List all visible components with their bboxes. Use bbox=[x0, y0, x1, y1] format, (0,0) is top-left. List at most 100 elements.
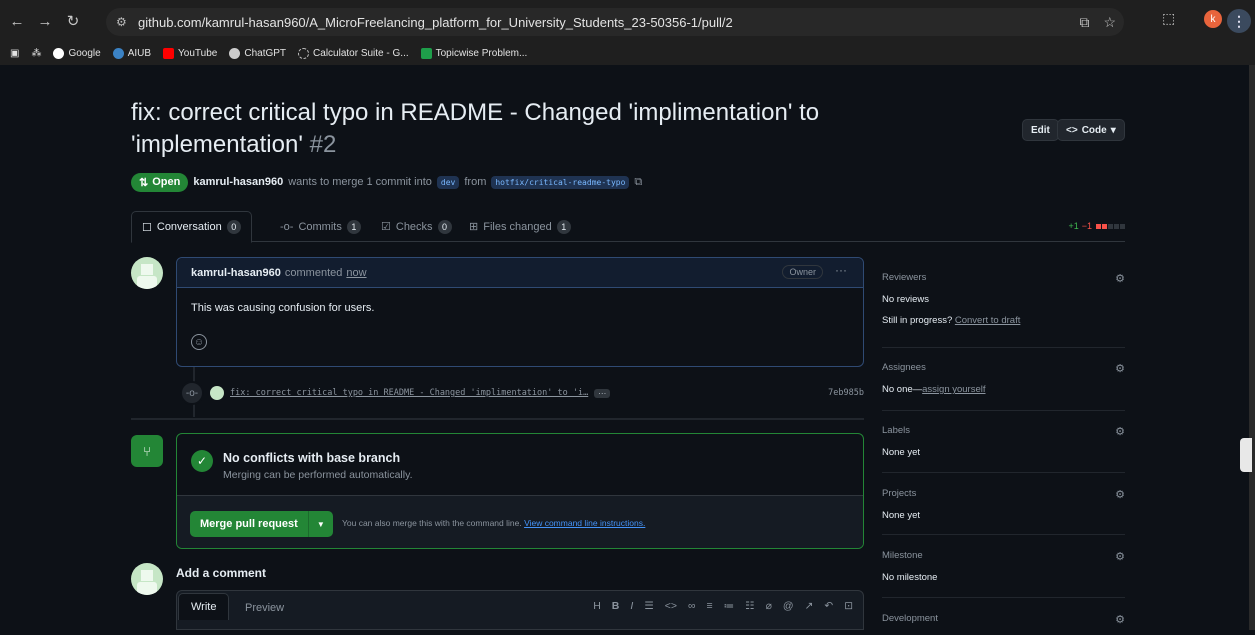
checklist-icon: ☑ bbox=[381, 221, 391, 233]
address-bar[interactable]: ⚙ github.com/kamrul-hasan960/A_MicroFree… bbox=[106, 8, 1124, 36]
gear-icon[interactable]: ⚙ bbox=[1115, 272, 1125, 285]
file-diff-icon: ⊞ bbox=[469, 221, 479, 233]
bookmark-chatgpt[interactable]: ChatGPT bbox=[229, 48, 286, 59]
bookmarks-bar: ▣ ⁂ Google AIUB YouTube ChatGPT Calculat… bbox=[0, 42, 1255, 65]
merge-status-subtitle: Merging can be performed automatically. bbox=[223, 469, 413, 481]
attach-icon[interactable]: ⌀ bbox=[766, 600, 772, 612]
bookmark-youtube[interactable]: YouTube bbox=[163, 48, 217, 59]
task-list-icon[interactable]: ☷ bbox=[745, 600, 754, 612]
expand-ellipsis-button[interactable]: ··· bbox=[594, 388, 611, 398]
base-branch[interactable]: dev bbox=[436, 175, 460, 189]
bookmark-aiub[interactable]: AIUB bbox=[112, 48, 151, 59]
gear-icon[interactable]: ⚙ bbox=[1115, 550, 1125, 563]
comment-box: kamrul-hasan960 commented now Owner ··· … bbox=[176, 257, 864, 367]
aiub-icon bbox=[112, 48, 124, 59]
commit-message[interactable]: fix: correct critical typo in README - C… bbox=[230, 388, 588, 398]
head-branch[interactable]: hotfix/critical-readme-typo bbox=[491, 175, 630, 189]
install-app-icon[interactable]: ⧉ bbox=[1079, 14, 1089, 31]
gear-icon[interactable]: ⚙ bbox=[1115, 425, 1125, 438]
merge-options-chevron-icon[interactable]: ▼ bbox=[309, 520, 333, 529]
kebab-icon[interactable]: ··· bbox=[835, 263, 847, 277]
merge-button-group: Merge pull request ▼ bbox=[190, 511, 333, 537]
sidebar-reviewers: Reviewers ⚙ No reviews Still in progress… bbox=[882, 272, 1125, 326]
code-icon[interactable]: <> bbox=[665, 600, 677, 612]
mention-icon[interactable]: @ bbox=[783, 600, 794, 612]
reload-icon[interactable]: ↻ bbox=[62, 10, 84, 32]
gear-icon[interactable]: ⚙ bbox=[1115, 362, 1125, 375]
sidebar-assignees: Assignees ⚙ No one—assign yourself bbox=[882, 362, 1125, 395]
bookmark-google[interactable]: Google bbox=[53, 48, 101, 59]
gear-icon[interactable]: ⚙ bbox=[1115, 613, 1125, 626]
comment-editor: Write Preview H B I ☰ <> ∞ ≡ ≔ ☷ ⌀ @ ↗ ↶… bbox=[176, 590, 864, 630]
pr-author-link[interactable]: kamrul-hasan960 bbox=[193, 176, 283, 188]
assign-yourself-link[interactable]: assign yourself bbox=[922, 384, 985, 395]
avatar[interactable] bbox=[131, 563, 163, 595]
tab-commits[interactable]: -o- Commits 1 bbox=[280, 211, 361, 242]
chevron-down-icon: ▾ bbox=[1110, 124, 1116, 136]
comment-author[interactable]: kamrul-hasan960 bbox=[191, 267, 281, 279]
sidebar-development: Development ⚙ bbox=[882, 613, 1125, 626]
scrollbar[interactable] bbox=[1249, 65, 1255, 630]
tab-conversation[interactable]: ☐ Conversation 0 bbox=[131, 211, 252, 243]
reviewers-heading[interactable]: Reviewers bbox=[882, 272, 1125, 283]
italic-icon[interactable]: I bbox=[630, 600, 633, 612]
code-icon: <> bbox=[1066, 124, 1078, 136]
profile-avatar[interactable]: k bbox=[1204, 10, 1222, 28]
check-icon: ✓ bbox=[191, 450, 213, 472]
heading-icon[interactable]: H bbox=[593, 600, 601, 612]
convert-to-draft-link[interactable]: Convert to draft bbox=[955, 315, 1020, 326]
extensions-icon[interactable]: ⬚ bbox=[1162, 10, 1175, 27]
gear-icon[interactable]: ⚙ bbox=[1115, 488, 1125, 501]
edit-button[interactable]: Edit bbox=[1022, 119, 1059, 141]
tab-files-changed[interactable]: ⊞ Files changed 1 bbox=[469, 211, 571, 242]
comment-body: This was causing confusion for users. bbox=[191, 302, 375, 314]
code-button[interactable]: <> Code ▾ bbox=[1057, 119, 1125, 141]
browser-chrome: ← → ↻ ⚙ github.com/kamrul-hasan960/A_Mic… bbox=[0, 0, 1255, 65]
bookmark-star-icon[interactable]: ☆ bbox=[1103, 14, 1116, 31]
sidebar-milestone: Milestone ⚙ No milestone bbox=[882, 550, 1125, 583]
address-row: ← → ↻ ⚙ github.com/kamrul-hasan960/A_Mic… bbox=[0, 0, 1255, 42]
link-icon[interactable]: ∞ bbox=[688, 600, 696, 612]
reference-icon[interactable]: ↗ bbox=[805, 600, 814, 612]
pr-title: fix: correct critical typo in README - C… bbox=[131, 99, 820, 158]
tab-write[interactable]: Write bbox=[178, 593, 230, 620]
merge-pull-request-button[interactable]: Merge pull request bbox=[190, 511, 309, 537]
forward-icon[interactable]: → bbox=[34, 10, 56, 32]
smiley-icon[interactable]: ☺ bbox=[191, 334, 207, 350]
bold-icon[interactable]: B bbox=[612, 600, 620, 612]
browser-menu-icon[interactable]: ⋮ bbox=[1227, 9, 1251, 33]
pr-tabs: ☐ Conversation 0 -o- Commits 1 ☑ Checks 0 ⊞ Fil… bbox=[131, 211, 1125, 243]
editor-toolbar: H B I ☰ <> ∞ ≡ ≔ ☷ ⌀ @ ↗ ↶ ⊡ bbox=[593, 600, 853, 612]
bookmark-calculator[interactable]: Calculator Suite - G... bbox=[298, 48, 409, 59]
commit-avatar[interactable] bbox=[210, 386, 224, 400]
youtube-icon bbox=[163, 48, 175, 59]
tab-checks[interactable]: ☑ Checks 0 bbox=[381, 211, 452, 242]
quote-icon[interactable]: ☰ bbox=[644, 600, 653, 612]
extension-widget[interactable] bbox=[1240, 438, 1252, 472]
command-line-link[interactable]: View command line instructions. bbox=[524, 518, 645, 528]
sidebar-toggle-icon[interactable]: ▣ bbox=[10, 48, 19, 59]
avatar[interactable] bbox=[131, 257, 163, 289]
apps-icon[interactable]: ⁂ bbox=[31, 48, 41, 59]
commit-icon: -o- bbox=[280, 220, 294, 233]
sheets-icon bbox=[420, 48, 432, 59]
calculator-icon bbox=[298, 48, 310, 59]
comment-time[interactable]: now bbox=[346, 267, 366, 279]
url-text[interactable]: github.com/kamrul-hasan960/A_MicroFreela… bbox=[138, 15, 733, 30]
copy-icon[interactable]: ⧉ bbox=[634, 176, 642, 189]
bullet-list-icon[interactable]: ≔ bbox=[724, 600, 735, 612]
tab-preview[interactable]: Preview bbox=[245, 599, 284, 617]
undo-icon[interactable]: ↶ bbox=[824, 600, 833, 612]
sidebar-projects: Projects ⚙ None yet bbox=[882, 488, 1125, 521]
merge-hint: You can also merge this with the command… bbox=[342, 518, 646, 528]
fullscreen-icon[interactable]: ⊡ bbox=[844, 600, 853, 612]
add-comment-title: Add a comment bbox=[176, 566, 267, 580]
numbered-list-icon[interactable]: ≡ bbox=[707, 600, 713, 612]
commit-sha[interactable]: 7eb985b bbox=[828, 388, 864, 398]
site-info-icon[interactable]: ⚙ bbox=[116, 15, 132, 29]
back-icon[interactable]: ← bbox=[6, 10, 28, 32]
merge-box: ✓ No conflicts with base branch Merging … bbox=[176, 433, 864, 549]
commit-icon: -o- bbox=[180, 381, 204, 405]
bookmark-topicwise[interactable]: Topicwise Problem... bbox=[420, 48, 527, 59]
pr-open-icon: ⇅ bbox=[139, 176, 149, 189]
